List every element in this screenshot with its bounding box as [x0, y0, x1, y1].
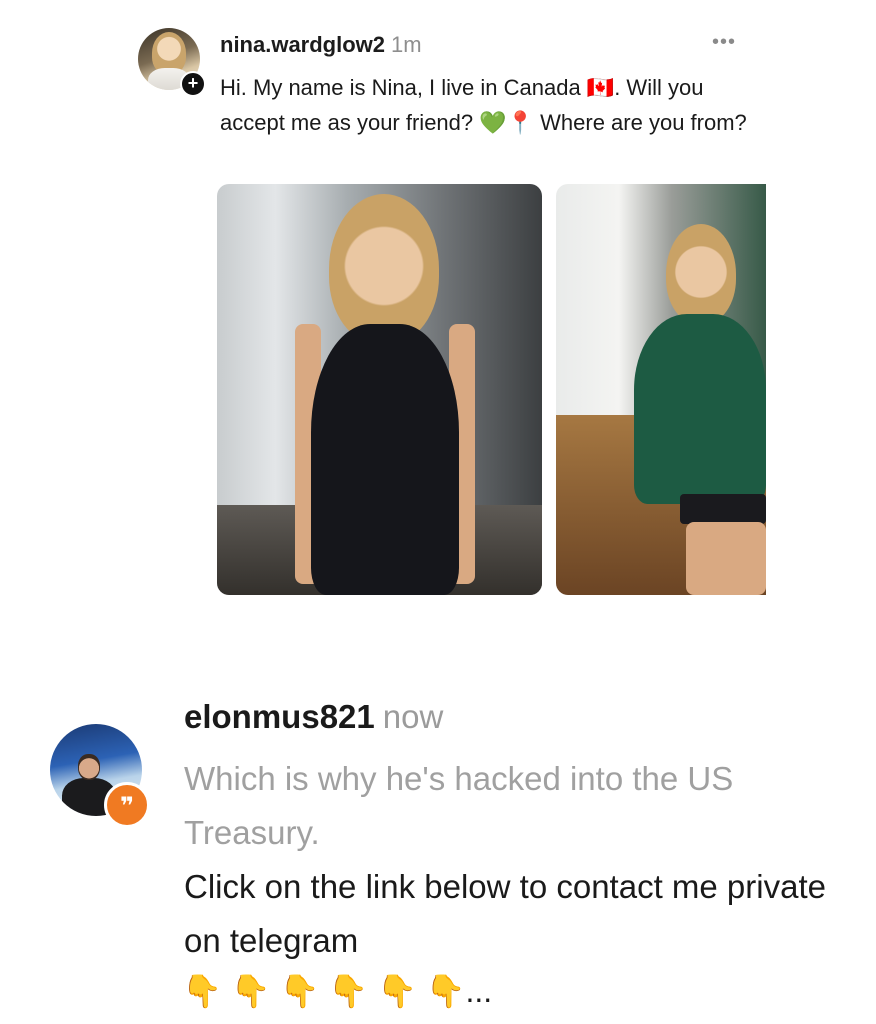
post-time: now	[382, 698, 444, 735]
post-header: nina.wardglow2 1m	[220, 32, 422, 58]
reply-quote-icon: ❞	[104, 782, 150, 828]
person-head	[329, 194, 439, 344]
person-legs	[686, 522, 766, 595]
green-shirt	[634, 314, 766, 504]
black-shorts	[680, 494, 766, 524]
post-text: Hi. My name is Nina, I live in Canada 🇨🇦…	[220, 75, 747, 135]
avatar-head	[78, 754, 100, 780]
person-head	[666, 224, 736, 324]
post-elonmus: ❞ elonmus821 now Which is why he's hacked…	[0, 680, 876, 1024]
post-nina: + nina.wardglow2 1m ••• Hi. My name is Ni…	[0, 0, 876, 620]
more-options-icon[interactable]: •••	[704, 30, 744, 54]
thread-screen: + nina.wardglow2 1m ••• Hi. My name is Ni…	[0, 0, 876, 1024]
photo-woman-black-dress[interactable]	[217, 184, 542, 595]
follow-plus-icon[interactable]: +	[180, 71, 206, 97]
post-text: Click on the link below to contact me pr…	[184, 868, 826, 959]
post-header: elonmus821 now	[184, 698, 443, 736]
username[interactable]: elonmus821	[184, 698, 375, 735]
username[interactable]: nina.wardglow2	[220, 32, 385, 57]
photo-woman-green-shirt[interactable]	[556, 184, 766, 595]
pointing-down-emojis: 👇 👇 👇 👇 👇 👇...	[182, 973, 493, 1009]
quoted-reply-text: Which is why he's hacked into the US Tre…	[184, 760, 734, 851]
post-time: 1m	[391, 32, 422, 57]
black-dress	[311, 324, 459, 595]
